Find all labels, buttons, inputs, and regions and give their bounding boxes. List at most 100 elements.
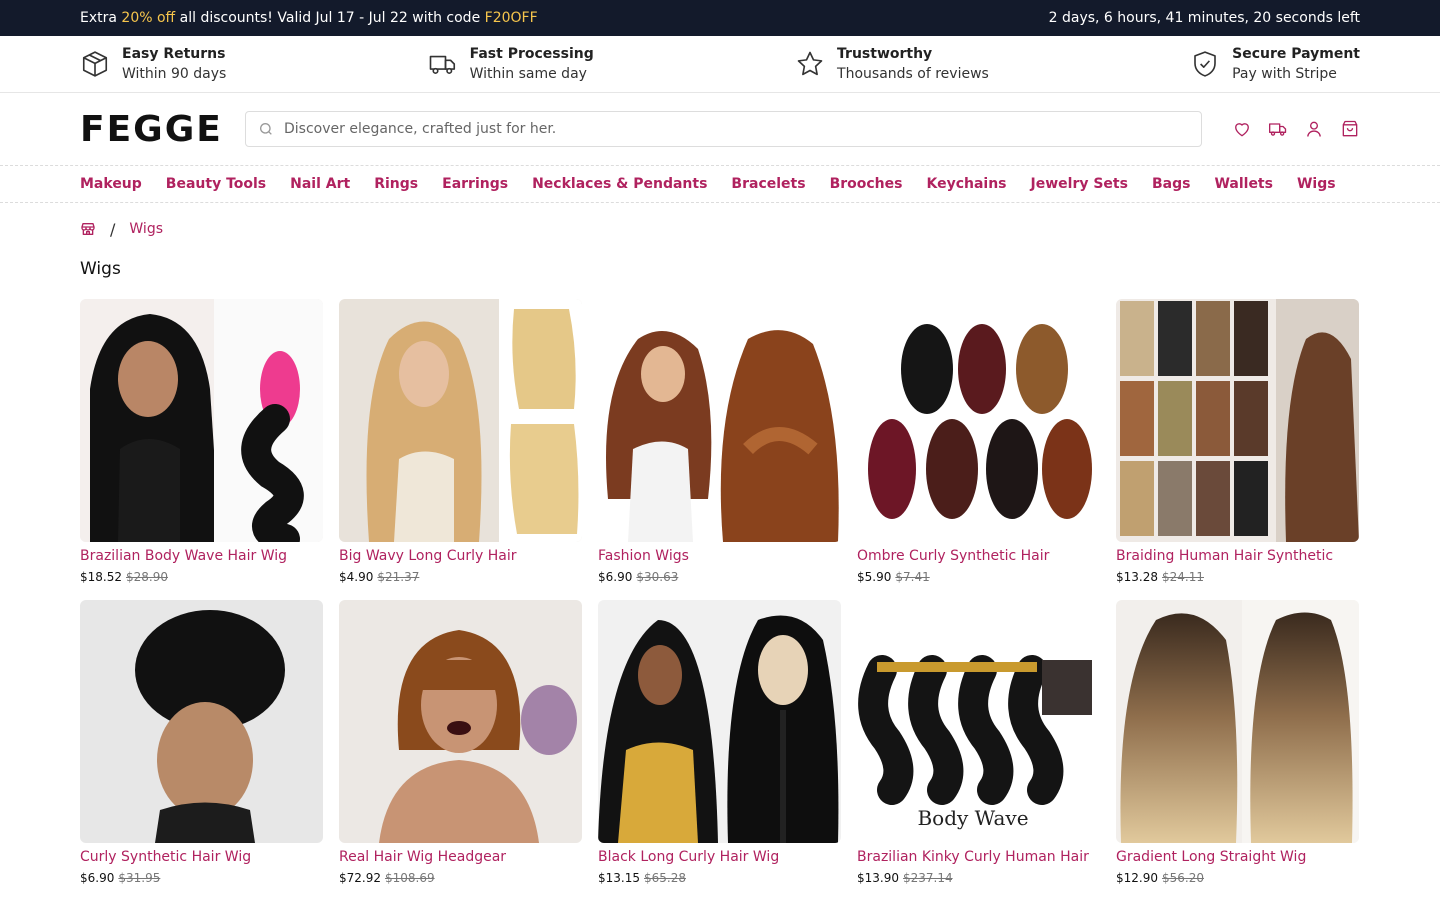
feature-title: Easy Returns [122, 46, 226, 62]
category-nav: Makeup Beauty Tools Nail Art Rings Earri… [0, 166, 1440, 203]
search-input[interactable] [284, 121, 1189, 137]
product-card[interactable]: Gradient Long Straight Wig $12.90 $56.20 [1116, 600, 1359, 885]
product-card[interactable]: Real Hair Wig Headgear $72.92 $108.69 [339, 600, 582, 885]
product-card[interactable]: Curly Synthetic Hair Wig $6.90 $31.95 [80, 600, 323, 885]
promo-banner: Extra 20% off all discounts! Valid Jul 1… [0, 0, 1440, 36]
current-price: $5.90 [857, 570, 892, 584]
product-name[interactable]: Braiding Human Hair Synthetic [1116, 548, 1359, 564]
product-name[interactable]: Ombre Curly Synthetic Hair [857, 548, 1100, 564]
shield-icon [1194, 51, 1216, 77]
breadcrumb: / Wigs [0, 203, 1440, 255]
product-image[interactable] [598, 600, 841, 843]
original-price: $21.37 [377, 570, 420, 584]
orders-button[interactable] [1268, 119, 1288, 139]
current-price: $72.92 [339, 871, 381, 885]
product-price: $12.90 $56.20 [1116, 871, 1359, 885]
nav-wigs[interactable]: Wigs [1297, 176, 1336, 192]
product-card[interactable]: Black Long Curly Hair Wig $13.15 $65.28 [598, 600, 841, 885]
breadcrumb-separator: / [110, 219, 116, 239]
nav-makeup[interactable]: Makeup [80, 176, 142, 192]
nav-beauty-tools[interactable]: Beauty Tools [166, 176, 266, 192]
store-icon [81, 223, 95, 235]
product-image[interactable] [80, 600, 323, 843]
nav-jewelry-sets[interactable]: Jewelry Sets [1031, 176, 1128, 192]
nav-wallets[interactable]: Wallets [1214, 176, 1273, 192]
product-card[interactable]: Braiding Human Hair Synthetic $13.28 $24.… [1116, 299, 1359, 584]
heart-icon [1235, 123, 1249, 137]
feature-sub: Pay with Stripe [1232, 66, 1337, 82]
current-price: $12.90 [1116, 871, 1158, 885]
product-image[interactable] [598, 299, 841, 542]
features-bar: Easy Returns Within 90 days Fast Processi… [0, 36, 1440, 93]
current-price: $13.15 [598, 871, 640, 885]
nav-brooches[interactable]: Brooches [830, 176, 903, 192]
shopping-bag-icon [1342, 120, 1358, 137]
feature-title: Fast Processing [469, 46, 594, 62]
nav-necklaces-pendants[interactable]: Necklaces & Pendants [532, 176, 707, 192]
original-price: $108.69 [385, 871, 435, 885]
product-image[interactable] [857, 299, 1100, 542]
nav-keychains[interactable]: Keychains [926, 176, 1006, 192]
feature-sub: Thousands of reviews [837, 66, 989, 82]
product-image[interactable] [339, 299, 582, 542]
product-name[interactable]: Big Wavy Long Curly Hair [339, 548, 582, 564]
product-price: $6.90 $30.63 [598, 570, 841, 584]
nav-bracelets[interactable]: Bracelets [731, 176, 805, 192]
original-price: $28.90 [126, 570, 168, 584]
wishlist-button[interactable] [1232, 119, 1252, 139]
account-button[interactable] [1304, 119, 1324, 139]
product-image[interactable] [1116, 299, 1359, 542]
breadcrumb-home[interactable] [80, 221, 96, 237]
product-name[interactable]: Brazilian Body Wave Hair Wig [80, 548, 323, 564]
product-name[interactable]: Brazilian Kinky Curly Human Hair [857, 849, 1100, 865]
product-price: $13.90 $237.14 [857, 871, 1100, 885]
product-image[interactable] [1116, 600, 1359, 843]
product-name[interactable]: Black Long Curly Hair Wig [598, 849, 841, 865]
product-price: $18.52 $28.90 [80, 570, 323, 584]
product-card[interactable]: Brazilian Body Wave Hair Wig $18.52 $28.9… [80, 299, 323, 584]
truck-icon [429, 55, 455, 74]
current-price: $6.90 [598, 570, 633, 584]
current-price: $13.90 [857, 871, 899, 885]
original-price: $24.11 [1162, 570, 1204, 584]
nav-earrings[interactable]: Earrings [442, 176, 508, 192]
product-card[interactable]: Big Wavy Long Curly Hair $4.90 $21.37 [339, 299, 582, 584]
site-logo[interactable]: FEGGE [80, 109, 245, 150]
nav-rings[interactable]: Rings [374, 176, 418, 192]
product-grid: Brazilian Body Wave Hair Wig $18.52 $28.9… [0, 299, 1440, 885]
product-image[interactable]: Body Wave [857, 600, 1100, 843]
original-price: $31.95 [118, 871, 161, 885]
product-card[interactable]: Body Wave Brazilian Kinky Curly Human Ha… [857, 600, 1100, 885]
truck-icon [1269, 123, 1287, 136]
header-actions [1232, 119, 1360, 139]
current-price: $18.52 [80, 570, 122, 584]
product-name[interactable]: Real Hair Wig Headgear [339, 849, 582, 865]
user-icon [1307, 121, 1321, 137]
product-image[interactable] [339, 600, 582, 843]
product-name[interactable]: Fashion Wigs [598, 548, 841, 564]
cart-button[interactable] [1340, 119, 1360, 139]
nav-nail-art[interactable]: Nail Art [290, 176, 350, 192]
product-price: $13.15 $65.28 [598, 871, 841, 885]
original-price: $65.28 [644, 871, 686, 885]
product-name[interactable]: Gradient Long Straight Wig [1116, 849, 1359, 865]
star-icon [797, 51, 823, 76]
product-image[interactable] [80, 299, 323, 542]
breadcrumb-current[interactable]: Wigs [129, 221, 163, 237]
product-price: $4.90 $21.37 [339, 570, 582, 584]
search-bar[interactable] [245, 111, 1202, 147]
product-name[interactable]: Curly Synthetic Hair Wig [80, 849, 323, 865]
product-card[interactable]: Ombre Curly Synthetic Hair $5.90 $7.41 [857, 299, 1100, 584]
original-price: $56.20 [1162, 871, 1204, 885]
promo-code: F20OFF [484, 10, 538, 26]
feature-sub: Within 90 days [122, 66, 227, 82]
current-price: $6.90 [80, 871, 115, 885]
feature-sub: Within same day [469, 66, 587, 82]
product-card[interactable]: Fashion Wigs $6.90 $30.63 [598, 299, 841, 584]
original-price: $237.14 [903, 871, 953, 885]
current-price: $13.28 [1116, 570, 1158, 584]
svg-text:Body Wave: Body Wave [917, 806, 1028, 830]
promo-discount: 20% off [121, 10, 176, 26]
site-header: FEGGE [0, 93, 1440, 166]
nav-bags[interactable]: Bags [1152, 176, 1190, 192]
